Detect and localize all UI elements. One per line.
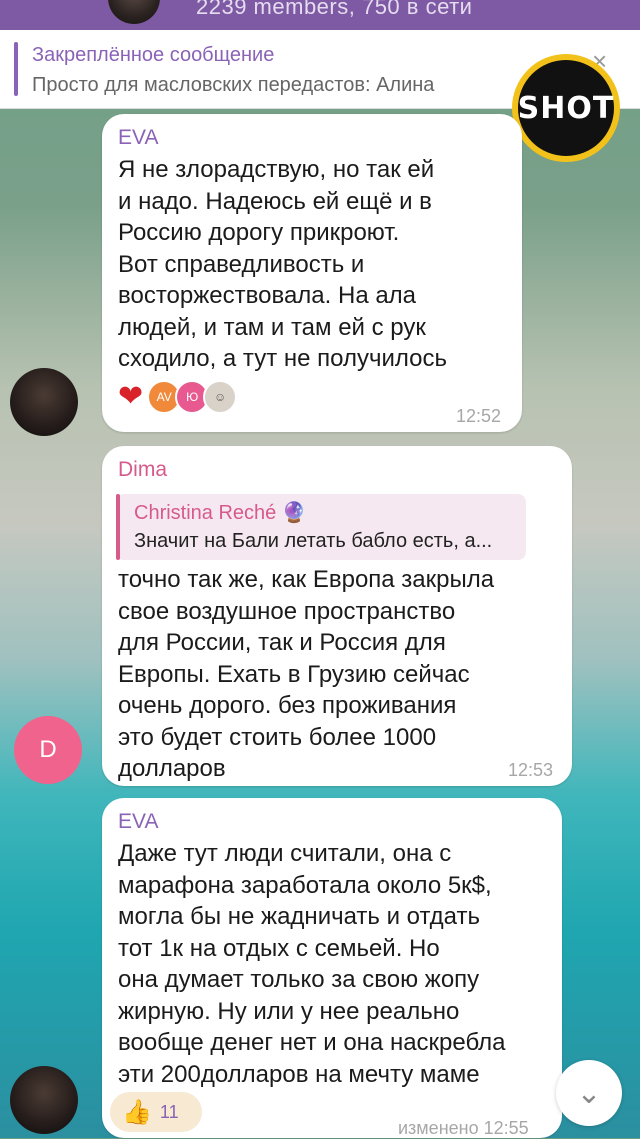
group-avatar[interactable]: [108, 0, 160, 24]
message-sender[interactable]: Dima: [118, 458, 167, 482]
message-sender[interactable]: EVA: [118, 810, 158, 834]
chevron-down-icon: ⌄: [576, 1076, 602, 1110]
heart-reaction-icon[interactable]: ❤: [118, 382, 143, 412]
message-reactions[interactable]: ❤ AV Ю ☺: [118, 380, 238, 414]
avatar-dima[interactable]: D: [14, 716, 82, 784]
message-sender[interactable]: EVA: [118, 126, 158, 150]
reaction-count: 11: [159, 1101, 179, 1122]
chat-header[interactable]: 2239 members, 750 в сети: [0, 0, 640, 30]
message-bubble[interactable]: EVA Я не злорадствую, но так ей и надо. …: [102, 114, 522, 432]
message-edited-time: изменено 12:55: [398, 1118, 529, 1138]
members-count: 2239 members, 750 в сети: [196, 0, 473, 19]
avatar-eva[interactable]: [10, 1066, 78, 1134]
scroll-down-button[interactable]: ⌄: [556, 1060, 622, 1126]
pinned-text: Просто для масловских передастов: Алина: [32, 74, 435, 96]
message-bubble[interactable]: EVA Даже тут люди считали, она с марафон…: [102, 798, 562, 1138]
message-text: точно так же, как Европа закрыла свое во…: [118, 566, 495, 782]
avatar-eva[interactable]: [10, 368, 78, 436]
reply-author: Christina Reché 🔮: [134, 502, 307, 524]
pinned-title: Закреплённое сообщение: [32, 44, 275, 66]
shot-watermark-logo: SHOT: [512, 54, 620, 162]
pinned-accent-bar: [14, 42, 18, 96]
message-time: 12:53: [508, 760, 554, 780]
thumbs-up-icon: 👍: [122, 1098, 152, 1126]
thumbs-up-reaction[interactable]: 👍 11: [110, 1092, 202, 1132]
message-time: 12:52: [456, 406, 502, 426]
message-text: Даже тут люди считали, она с марафона за…: [118, 840, 506, 1088]
reply-accent-bar: [116, 494, 120, 560]
reply-text: Значит на Бали летать бабло есть, а...: [134, 530, 493, 552]
reply-quote[interactable]: Christina Reché 🔮 Значит на Бали летать …: [116, 494, 526, 560]
message-text: Я не злорадствую, но так ей и надо. Наде…: [118, 156, 447, 372]
reactor-avatar: ☺: [203, 380, 238, 414]
message-bubble[interactable]: Dima Christina Reché 🔮 Значит на Бали ле…: [102, 446, 572, 786]
